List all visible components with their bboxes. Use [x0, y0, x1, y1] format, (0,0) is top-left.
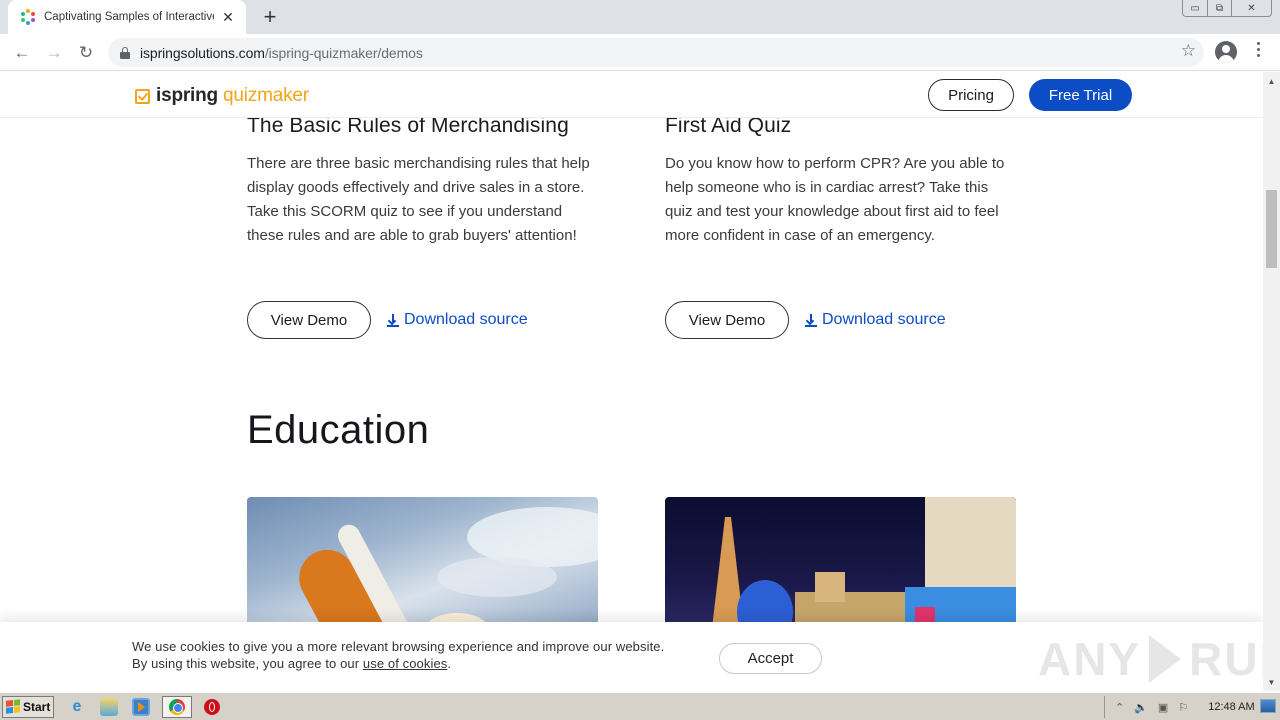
minimize-button[interactable]: ▭	[1183, 0, 1207, 16]
volume-icon[interactable]: 🔈	[1134, 701, 1148, 714]
scroll-up-arrow-icon[interactable]: ▲	[1263, 74, 1280, 88]
browser-tab-active[interactable]: Captivating Samples of Interactive Quizz…	[8, 0, 246, 34]
free-trial-button[interactable]: Free Trial	[1029, 79, 1132, 111]
tab-title: Captivating Samples of Interactive Quizz…	[44, 11, 214, 23]
show-desktop-button[interactable]	[1260, 699, 1276, 713]
reload-button[interactable]: ↻	[74, 41, 98, 65]
url-text: ispringsolutions.com/ispring-quizmaker/d…	[140, 44, 423, 61]
section-heading-education: Education	[247, 408, 430, 452]
scrollbar-thumb[interactable]	[1266, 190, 1277, 268]
bookmark-star-icon[interactable]: ☆	[1181, 41, 1196, 61]
view-demo-button[interactable]: View Demo	[665, 301, 789, 339]
start-button[interactable]: Start	[2, 695, 54, 718]
card-description: There are three basic merchandising rule…	[247, 155, 590, 244]
download-icon	[805, 313, 817, 327]
chrome-taskbar-button[interactable]	[162, 695, 192, 718]
network-icon[interactable]: ▣	[1158, 701, 1168, 714]
opera-icon[interactable]	[204, 698, 220, 715]
file-explorer-icon[interactable]	[100, 697, 118, 716]
ispring-favicon-icon	[20, 9, 36, 25]
download-source-link[interactable]: Download source	[387, 311, 528, 329]
demo-card-first-aid: First Aid Quiz Do you know how to perfor…	[665, 114, 1025, 344]
back-button[interactable]: ←	[10, 41, 34, 65]
site-header: ispring quizmaker Pricing Free Trial	[0, 72, 1263, 118]
tab-close-icon[interactable]: ✕	[220, 9, 236, 26]
page-scrollbar[interactable]: ▲ ▼	[1263, 72, 1280, 691]
use-of-cookies-link[interactable]: use of cookies	[363, 656, 448, 671]
window-controls: ▭ ⧉ ✕	[1182, 0, 1272, 17]
system-tray: ⌃ 🔈 ▣ ⚐ 12:48 AM	[1104, 696, 1280, 718]
lock-icon	[120, 46, 130, 59]
taskbar-clock[interactable]: 12:48 AM	[1208, 701, 1254, 713]
ispring-quizmaker-logo[interactable]: ispring quizmaker	[135, 85, 309, 107]
cookie-message: We use cookies to give you a more releva…	[132, 639, 665, 671]
new-tab-button[interactable]: +	[260, 5, 280, 29]
action-center-flag-icon[interactable]: ⚐	[1178, 701, 1188, 714]
window-close-button[interactable]: ✕	[1231, 0, 1271, 16]
browser-menu-icon[interactable]	[1254, 42, 1262, 57]
view-demo-button[interactable]: View Demo	[247, 301, 371, 339]
tray-expand-icon[interactable]: ⌃	[1115, 701, 1124, 714]
card-actions: View Demo Download source	[247, 301, 528, 339]
browser-toolbar: ← → ↻ ispringsolutions.com/ispring-quizm…	[0, 34, 1280, 71]
windows-taskbar: Start e ⌃ 🔈 ▣ ⚐ 12:48 AM	[0, 692, 1280, 720]
space-shuttle-thumbnail[interactable]	[247, 497, 598, 637]
browser-tabstrip: Captivating Samples of Interactive Quizz…	[0, 0, 1280, 34]
card-description: Do you know how to perform CPR? Are you …	[665, 155, 1005, 244]
page-viewport: ispring quizmaker Pricing Free Trial The…	[0, 72, 1263, 691]
pricing-button[interactable]: Pricing	[928, 79, 1014, 111]
download-source-link[interactable]: Download source	[805, 311, 946, 329]
card-actions: View Demo Download source	[665, 301, 946, 339]
accept-cookies-button[interactable]: Accept	[719, 643, 822, 674]
address-bar[interactable]: ispringsolutions.com/ispring-quizmaker/d…	[108, 38, 1204, 67]
download-icon	[387, 313, 399, 327]
demo-card-merchandising: The Basic Rules of Merchandising There a…	[247, 114, 607, 344]
play-icon	[1149, 635, 1182, 683]
forward-button[interactable]: →	[42, 41, 66, 65]
scroll-down-arrow-icon[interactable]: ▼	[1263, 675, 1280, 689]
checkbox-logo-icon	[135, 88, 150, 104]
chrome-icon	[169, 698, 185, 715]
windows-logo-icon	[6, 699, 20, 714]
profile-avatar-icon[interactable]	[1215, 41, 1237, 63]
media-player-icon[interactable]	[132, 697, 150, 716]
cookie-banner: We use cookies to give you a more releva…	[0, 622, 1263, 691]
las-vegas-thumbnail[interactable]	[665, 497, 1016, 637]
restore-button[interactable]: ⧉	[1207, 0, 1231, 16]
internet-explorer-icon[interactable]: e	[68, 698, 86, 716]
anyrun-watermark: ANYRUN	[1038, 633, 1263, 685]
